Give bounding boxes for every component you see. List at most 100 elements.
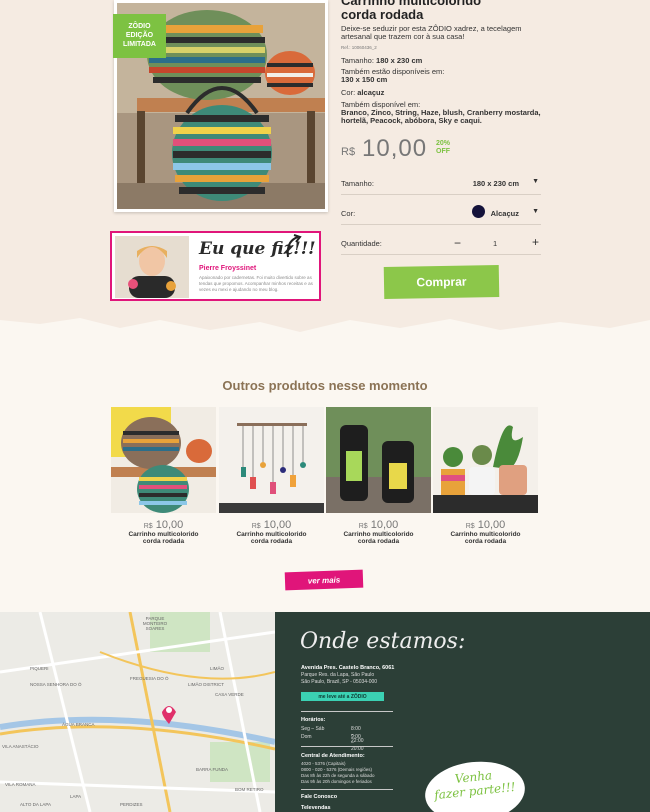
color-info-value: alcaçuz xyxy=(357,88,385,97)
size-info-value: 180 x 230 cm xyxy=(376,56,423,65)
product-card-name-line-1: Carrinho multicolorido xyxy=(236,531,307,538)
store-map[interactable]: PARQUE MONTEIRO SOARES PIQUERI NOSSA SEN… xyxy=(0,612,275,812)
hours-days: Seg – Sáb xyxy=(301,726,325,732)
map-label: CASA VERDE xyxy=(215,692,244,697)
size-select-value: 180 x 230 cm xyxy=(472,179,519,188)
see-more-button[interactable]: ver mais xyxy=(284,569,364,591)
product-card-name[interactable]: Carrinho multicolorido corda rodada xyxy=(433,531,538,545)
map-label: BOM RETIRO xyxy=(235,787,264,792)
arrow-icon xyxy=(286,234,302,258)
color-select-label: Cor: xyxy=(341,209,356,218)
map-label: NOSSA SENHORA DO Ó xyxy=(30,682,82,687)
product-card-name[interactable]: Carrinho multicolorido corda rodada xyxy=(111,531,216,545)
product-card-name-line-2: corda rodada xyxy=(357,538,400,545)
chevron-down-icon[interactable]: ▼ xyxy=(532,178,539,185)
map-graphic xyxy=(0,612,275,812)
other-colors-value: Branco, Zinco, String, Haze, blush, Cran… xyxy=(341,108,541,125)
other-sizes-value: 130 x 150 cm xyxy=(341,75,388,84)
product-ref: Ref.: 10060436_2 xyxy=(341,45,377,50)
product-card-name[interactable]: Carrinho multicolorido corda rodada xyxy=(326,531,431,545)
discount-suffix: OFF xyxy=(436,148,450,155)
map-label: ALTO DA LAPA xyxy=(20,802,52,807)
badge-line-3: LIMITADA xyxy=(123,41,156,48)
product-card-name-line-2: corda rodada xyxy=(142,538,185,545)
product-card[interactable]: R$ 10,00 Carrinho multicolorido corda ro… xyxy=(433,407,538,545)
discount-badge: 20% OFF xyxy=(436,140,450,156)
product-card[interactable]: R$ 10,00 Carrinho multicolorido corda ro… xyxy=(111,407,216,545)
torn-paper-edge xyxy=(0,318,650,360)
directions-button[interactable]: me leve até a ZÔDIO xyxy=(301,692,384,701)
product-card-name-line-1: Carrinho multicolorido xyxy=(343,531,414,538)
product-card-price: R$ 10,00 xyxy=(219,519,324,531)
product-card-image[interactable] xyxy=(111,407,216,513)
other-products-title: Outros produtos nesse momento xyxy=(222,378,428,393)
store-heading: Onde estamos: xyxy=(300,629,466,654)
color-select[interactable]: Cor: Alcaçuz ▼ xyxy=(341,203,541,225)
size-select-label: Tamanho: xyxy=(341,179,374,188)
badge-line-2: EDIÇÃO xyxy=(125,32,154,39)
product-card-price-value: 10,00 xyxy=(263,519,292,531)
other-sizes: Também estão disponíveis em: 130 x 150 c… xyxy=(341,68,541,84)
product-card-image[interactable] xyxy=(433,407,538,513)
product-card-image[interactable] xyxy=(219,407,324,513)
quantity-stepper[interactable]: Quantidade: − 1 + xyxy=(341,233,541,255)
size-info: Tamanho: 180 x 230 cm xyxy=(341,57,541,65)
product-card[interactable]: R$ 10,00 Carrinho multicolorido corda ro… xyxy=(219,407,324,545)
product-card-currency: R$ xyxy=(465,523,475,530)
product-title-line-2: corda rodada xyxy=(341,7,424,22)
price-value: 10,00 xyxy=(362,135,428,162)
contact-link[interactable]: Fale Conosco xyxy=(301,794,337,800)
hours-title: Horários: xyxy=(301,717,326,723)
color-swatch xyxy=(472,205,485,218)
hours-row: Dom 9:00 – 20:00 xyxy=(301,734,364,752)
product-card[interactable]: R$ 10,00 Carrinho multicolorido corda ro… xyxy=(326,407,431,545)
quantity-value[interactable]: 1 xyxy=(493,239,497,248)
price-currency: R$ xyxy=(341,146,356,158)
store-address-line-2: Parque Res. da Lapa, São Paulo xyxy=(301,672,375,678)
product-card-name-line-1: Carrinho multicolorido xyxy=(450,531,521,538)
map-label: PIQUERI xyxy=(30,666,49,671)
testimonial-card[interactable]: Eu que fiz!!! Pierre Froyssinet Apaixona… xyxy=(110,231,321,301)
divider xyxy=(301,711,393,712)
quantity-label: Quantidade: xyxy=(341,239,382,248)
buy-button[interactable]: Comprar xyxy=(383,264,500,300)
product-card-name[interactable]: Carrinho multicolorido corda rodada xyxy=(219,531,324,545)
product-title: Carrinho multicolorido corda rodada xyxy=(341,0,541,22)
product-card-price-value: 10,00 xyxy=(155,519,184,531)
product-card-price: R$ 10,00 xyxy=(326,519,431,531)
testimonial-text: Apaixonado por cadernetas. Foi muito div… xyxy=(199,275,313,292)
hours-days: Dom xyxy=(301,734,312,740)
map-label: LIMÃO DISTRICT xyxy=(188,682,225,687)
product-card-name-line-2: corda rodada xyxy=(250,538,293,545)
service-title: Central de Atendimento: xyxy=(301,753,365,759)
testimonial-author: Pierre Froyssinet xyxy=(199,265,257,272)
map-label: PERDIZES xyxy=(120,802,143,807)
product-card-price-value: 10,00 xyxy=(477,519,506,531)
hours-time: 9:00 – 20:00 xyxy=(351,734,364,752)
color-info: Cor: alcaçuz xyxy=(341,89,541,97)
map-label: VILA ANASTÁCIO xyxy=(2,744,39,749)
divider xyxy=(301,746,393,747)
plus-icon[interactable]: + xyxy=(532,235,539,249)
product-description: Deixe-se seduzir por esta ZÔDIO xadrez, … xyxy=(341,24,522,41)
limited-edition-badge: ZÔDIO EDIÇÃO LIMITADA xyxy=(113,14,166,58)
product-card-name-line-2: corda rodada xyxy=(464,538,507,545)
map-label: ÁGUA BRANCA xyxy=(62,722,95,727)
product-card-price-value: 10,00 xyxy=(370,519,399,531)
map-label: BARRA FUNDA xyxy=(196,767,229,772)
map-label: LAPA xyxy=(70,794,82,799)
discount-value: 20% xyxy=(436,140,451,147)
product-card-currency: R$ xyxy=(143,523,153,530)
divider xyxy=(301,789,393,790)
badge-line-1: ZÔDIO xyxy=(128,23,151,30)
minus-icon[interactable]: − xyxy=(454,236,461,250)
other-colors: Também disponível em: Branco, Zinco, Str… xyxy=(341,101,541,125)
product-card-currency: R$ xyxy=(358,523,368,530)
color-info-label: Cor: xyxy=(341,88,356,97)
size-select[interactable]: Tamanho: 180 x 230 cm ▼ xyxy=(341,173,541,195)
color-select-value: Alcaçuz xyxy=(490,209,519,218)
store-address-line-1: Avenida Pres. Castelo Branco, 6061 xyxy=(301,665,395,671)
chevron-down-icon[interactable]: ▼ xyxy=(532,208,539,215)
product-card-image[interactable] xyxy=(326,407,431,513)
product-card-price: R$ 10,00 xyxy=(433,519,538,531)
